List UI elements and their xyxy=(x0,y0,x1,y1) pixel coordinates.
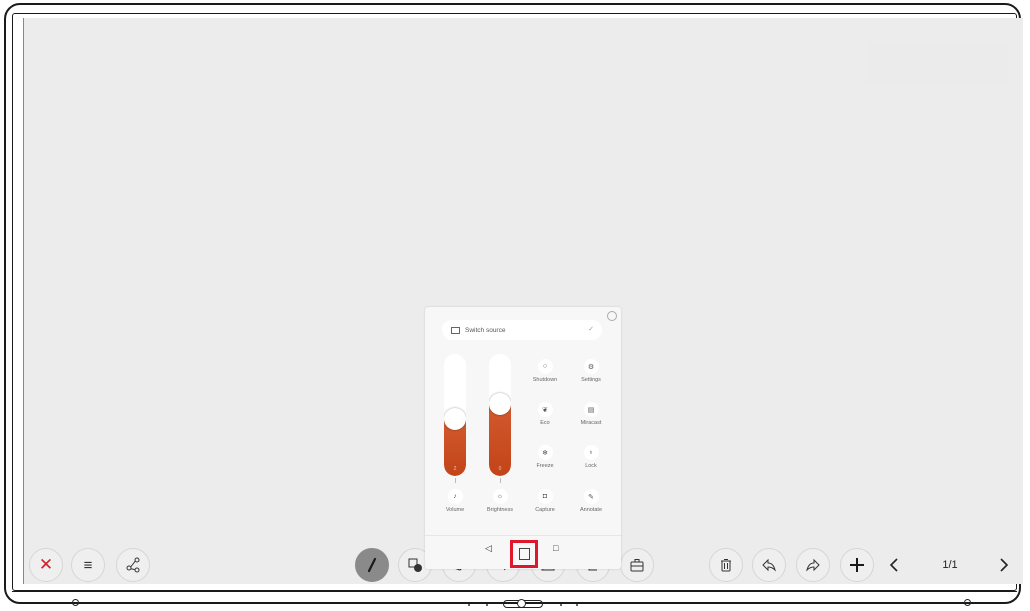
settings-label: Settings xyxy=(581,377,601,383)
add-page-button[interactable] xyxy=(840,548,874,582)
chevron-right-icon xyxy=(1000,558,1009,572)
camera-lens xyxy=(517,599,526,608)
brightness-slider[interactable]: 0 xyxy=(489,354,511,476)
switch-source-label: Switch source xyxy=(465,326,506,334)
shutdown-button[interactable]: ○ Shutdown xyxy=(522,359,568,383)
nav-back-button[interactable]: ◁ xyxy=(485,543,492,554)
close-icon: ✕ xyxy=(38,555,54,574)
shape-icon xyxy=(408,558,422,572)
volume-value: 2 xyxy=(453,466,457,472)
toolbox-icon xyxy=(630,559,644,572)
undo-button[interactable] xyxy=(752,548,786,582)
bezel-speck xyxy=(560,604,562,606)
menu-button[interactable]: ≡ xyxy=(71,548,105,582)
slider-tick xyxy=(500,478,501,483)
nav-home-button[interactable] xyxy=(510,540,538,568)
lock-icon: ♁ xyxy=(583,445,599,460)
shutdown-label: Shutdown xyxy=(532,377,558,383)
freeze-icon: ❄ xyxy=(537,445,553,460)
bezel-speck xyxy=(468,604,470,606)
miracast-label: Miracast xyxy=(580,420,602,426)
volume-label: Volume xyxy=(445,507,465,513)
volume-button[interactable]: ♪ Volume xyxy=(432,489,478,513)
capture-icon: ◘ xyxy=(537,489,553,504)
panel-divider xyxy=(425,535,621,536)
pen-icon xyxy=(367,557,377,573)
freeze-label: Freeze xyxy=(536,463,554,469)
quick-control-panel: Switch source ✓ 2 0 ○ Shutdown ⚙ Setting… xyxy=(425,307,621,569)
recents-square-icon: □ xyxy=(553,543,559,553)
trash-icon xyxy=(721,559,731,572)
bezel-chin-line xyxy=(12,591,1017,592)
capture-label: Capture xyxy=(535,507,555,513)
annotate-icon: ✎ xyxy=(583,489,599,504)
switch-source-button[interactable]: Switch source ✓ xyxy=(442,320,602,340)
volume-icon: ♪ xyxy=(447,489,463,504)
panel-settings-icon[interactable] xyxy=(607,311,617,321)
settings-button[interactable]: ⚙ Settings xyxy=(568,359,614,383)
brightness-value: 0 xyxy=(498,466,502,472)
miracast-button[interactable]: ▤ Miracast xyxy=(568,402,614,426)
brightness-slider-knob[interactable] xyxy=(489,393,511,415)
bezel-sensor-dot-right xyxy=(964,599,971,606)
freeze-button[interactable]: ❄ Freeze xyxy=(522,445,568,469)
annotate-button[interactable]: ✎ Annotate xyxy=(568,489,614,513)
power-icon: ○ xyxy=(537,359,553,374)
home-icon xyxy=(518,548,530,560)
slider-tick xyxy=(455,478,456,483)
eco-button[interactable]: ❦ Eco xyxy=(522,402,568,426)
brightness-icon: ☼ xyxy=(492,489,508,504)
brightness-button[interactable]: ☼ Brightness xyxy=(477,489,523,513)
chevron-left-icon xyxy=(889,558,898,572)
volume-slider-knob[interactable] xyxy=(444,408,466,430)
lock-label: Lock xyxy=(585,463,597,469)
pen-tool-button[interactable] xyxy=(355,548,389,582)
bezel-speck xyxy=(486,604,488,606)
nav-recents-button[interactable]: □ xyxy=(553,543,558,553)
page-indicator: 1/1 xyxy=(942,559,958,571)
redo-icon xyxy=(806,558,820,572)
eco-icon: ❦ xyxy=(537,402,553,417)
eco-label: Eco xyxy=(540,420,550,426)
toolbox-button[interactable] xyxy=(620,548,654,582)
miracast-icon: ▤ xyxy=(583,402,599,417)
brightness-label: Brightness xyxy=(487,507,513,513)
redo-button[interactable] xyxy=(796,548,830,582)
close-button[interactable]: ✕ xyxy=(29,548,63,582)
previous-page-button[interactable] xyxy=(885,548,905,582)
lock-button[interactable]: ♁ Lock xyxy=(568,445,614,469)
undo-icon xyxy=(762,558,776,572)
volume-slider[interactable]: 2 xyxy=(444,354,466,476)
settings-icon: ⚙ xyxy=(583,359,599,374)
chevron-down-icon: ✓ xyxy=(588,326,594,333)
bezel-sensor-dot-left xyxy=(72,599,79,606)
share-icon xyxy=(126,557,140,573)
menu-icon: ≡ xyxy=(83,556,93,574)
bezel-speck xyxy=(576,604,578,606)
back-triangle-icon: ◁ xyxy=(485,543,492,553)
canvas-faint-overlay xyxy=(867,42,1007,84)
share-button[interactable] xyxy=(116,548,150,582)
annotate-label: Annotate xyxy=(579,507,603,513)
capture-button[interactable]: ◘ Capture xyxy=(522,489,568,513)
next-page-button[interactable] xyxy=(993,548,1013,582)
plus-icon xyxy=(850,558,864,572)
delete-button[interactable] xyxy=(709,548,743,582)
input-source-icon xyxy=(451,326,460,334)
